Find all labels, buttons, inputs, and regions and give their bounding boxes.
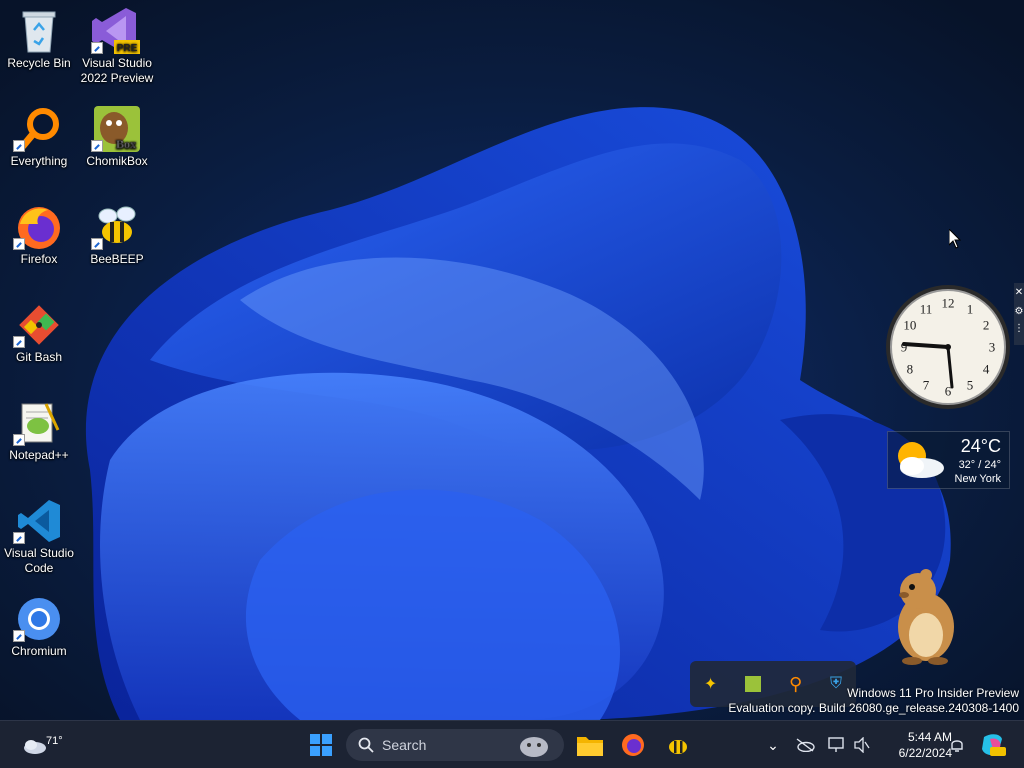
desktop-icon-chomikbox[interactable]: Box ChomikBox xyxy=(78,106,156,169)
start-button[interactable] xyxy=(305,729,337,761)
desktop-icon-label: Visual Studio xyxy=(82,56,152,70)
network-tray-icon[interactable] xyxy=(824,729,850,761)
desktop-icon-label: Recycle Bin xyxy=(7,56,71,70)
chevron-up-icon: ⌄ xyxy=(767,736,779,753)
shortcut-arrow-icon xyxy=(91,238,103,250)
monitor-icon xyxy=(828,737,844,752)
shortcut-arrow-icon xyxy=(13,532,25,544)
clock-gadget[interactable]: 12 1234567891011 xyxy=(884,283,1012,411)
gadget-toolbar[interactable]: ✕ ⚙ ⋮ xyxy=(1014,283,1024,345)
show-hidden-icons-button[interactable]: ⌄ xyxy=(760,729,786,761)
beebeep-icon xyxy=(669,740,687,754)
desktop-icon-label: BeeBEEP xyxy=(90,252,144,266)
weather-range: 32° / 24° xyxy=(958,459,1001,471)
hamster-desktop-pet[interactable] xyxy=(882,565,962,665)
desktop-icon-label: Chromium xyxy=(11,644,67,658)
close-icon[interactable]: ✕ xyxy=(1014,287,1024,298)
shortcut-arrow-icon xyxy=(13,630,25,642)
desktop-icon-area: Recycle Bin PRE Visual Studio 2022 Previ… xyxy=(0,0,170,720)
copilot-button[interactable] xyxy=(978,729,1008,761)
firefox-icon xyxy=(622,734,644,756)
clock-number: 11 xyxy=(920,301,933,316)
svg-text:PRE: PRE xyxy=(117,43,138,54)
clock-number: 2 xyxy=(983,318,990,333)
weather-temperature: 24°C xyxy=(960,436,1001,456)
clock-number: 4 xyxy=(983,362,990,377)
desktop-icon-visual-studio-preview[interactable]: PRE Visual Studio 2022 Preview xyxy=(78,8,156,86)
shortcut-arrow-icon xyxy=(13,140,25,152)
windows-evaluation-watermark: Windows 11 Pro Insider Preview Evaluatio… xyxy=(728,686,1019,716)
onedrive-tray-icon[interactable] xyxy=(792,729,818,761)
clock-number: 12 xyxy=(942,296,955,311)
clock-number: 10 xyxy=(903,318,916,333)
volume-tray-icon[interactable] xyxy=(850,729,874,761)
widget-temperature: 71° xyxy=(46,735,63,747)
folder-icon xyxy=(577,737,603,756)
clock-number: 7 xyxy=(923,378,930,393)
desktop-icon-beebeep[interactable]: BeeBEEP xyxy=(78,204,156,267)
notifications-button[interactable] xyxy=(946,729,968,761)
clock-number: 8 xyxy=(907,362,914,377)
speaker-muted-icon xyxy=(854,737,870,753)
clock-number: 3 xyxy=(989,340,996,355)
watermark-line2: Evaluation copy. Build 26080.ge_release.… xyxy=(728,701,1019,715)
taskbar-time: 5:44 AM xyxy=(907,730,952,744)
recycle-bin-icon xyxy=(22,11,56,53)
shortcut-arrow-icon xyxy=(91,42,103,54)
search-placeholder: Search xyxy=(382,737,427,753)
taskbar-date: 6/22/2024 xyxy=(898,746,952,760)
shortcut-arrow-icon xyxy=(13,238,25,250)
desktop-icon-label: Code xyxy=(24,561,54,575)
desktop-icon-label: Notepad++ xyxy=(9,448,69,462)
taskbar: 71° Search ⌄ 5:44 AM 6/22/2024 xyxy=(0,720,1024,768)
taskbar-file-explorer[interactable] xyxy=(574,729,606,761)
drag-handle-icon[interactable]: ⋮ xyxy=(1014,323,1024,334)
desktop-icon-notepad-plus-plus[interactable]: Notepad++ xyxy=(0,400,78,463)
weather-city: New York xyxy=(954,473,1001,485)
shortcut-arrow-icon xyxy=(91,140,103,152)
shortcut-arrow-icon xyxy=(13,434,25,446)
copilot-preview-icon xyxy=(982,734,1006,756)
desktop-icon-vscode[interactable]: Visual Studio Code xyxy=(0,498,78,576)
taskbar-firefox[interactable] xyxy=(617,729,649,761)
desktop-icon-everything[interactable]: Everything xyxy=(0,106,78,169)
shortcut-arrow-icon xyxy=(13,336,25,348)
clock-number: 1 xyxy=(967,301,974,316)
taskbar-search-box[interactable]: Search xyxy=(346,729,564,761)
clock-number: 5 xyxy=(967,378,974,393)
desktop-icon-label: Git Bash xyxy=(15,350,63,364)
windows-logo-icon xyxy=(310,734,332,756)
beebeep-tray-icon[interactable]: ✦ xyxy=(704,674,717,694)
clock-number: 9 xyxy=(901,340,908,355)
desktop-icon-label: Visual Studio xyxy=(4,546,74,560)
partly-cloudy-icon xyxy=(898,442,944,478)
desktop-icon-chromium[interactable]: Chromium xyxy=(0,596,78,659)
bell-icon xyxy=(951,740,963,752)
watermark-line1: Windows 11 Pro Insider Preview xyxy=(847,686,1019,700)
taskbar-beebeep[interactable] xyxy=(662,729,694,761)
weather-gadget[interactable]: 24°C 32° / 24° New York xyxy=(887,431,1010,489)
taskbar-clock[interactable]: 5:44 AM 6/22/2024 xyxy=(899,729,952,761)
desktop-icon-label: Firefox xyxy=(20,252,58,266)
desktop-icon-label: 2022 Preview xyxy=(80,71,154,85)
desktop-icon-git-bash[interactable]: Git Bash xyxy=(0,302,78,365)
desktop-icon-firefox[interactable]: Firefox xyxy=(0,204,78,267)
desktop-icon-label: Everything xyxy=(10,154,68,168)
desktop-icon-label: ChomikBox xyxy=(86,154,148,168)
mouse-cursor-icon xyxy=(949,229,961,249)
search-icon xyxy=(358,737,374,753)
cloud-icon xyxy=(24,740,46,754)
search-highlight-icon xyxy=(520,737,548,757)
settings-icon[interactable]: ⚙ xyxy=(1014,306,1024,317)
svg-text:Box: Box xyxy=(116,137,136,151)
weather-widget-button[interactable]: 71° xyxy=(14,729,63,761)
desktop-icon-recycle-bin[interactable]: Recycle Bin xyxy=(0,8,78,71)
cloud-off-icon xyxy=(796,738,815,752)
